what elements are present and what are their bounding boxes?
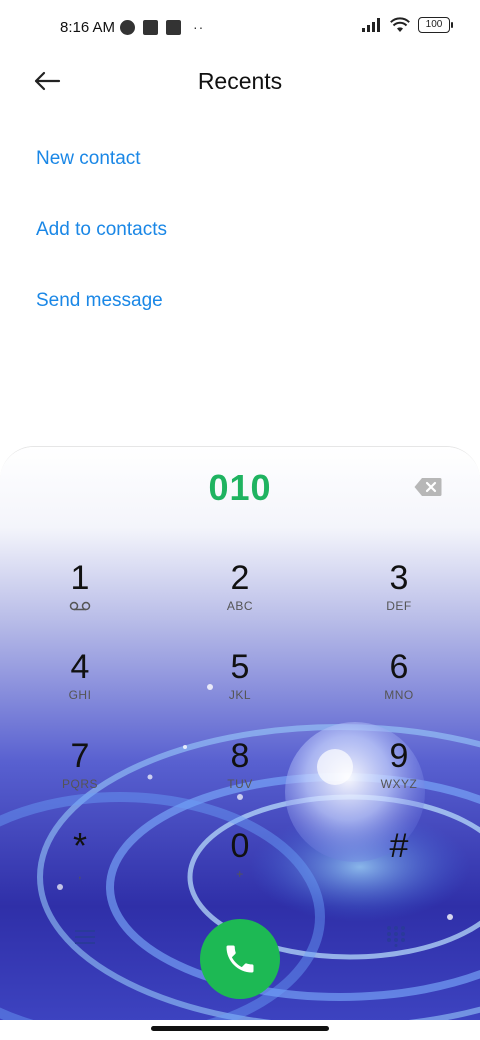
key-digit: 7 bbox=[70, 737, 90, 775]
key-letters: JKL bbox=[228, 688, 252, 702]
key-0[interactable]: 0 + bbox=[180, 827, 300, 907]
status-time: 8:16 AM bbox=[60, 19, 116, 36]
key-digit: 9 bbox=[389, 737, 409, 775]
key-letters: WXYZ bbox=[380, 777, 418, 791]
key-6[interactable]: 6 MNO bbox=[339, 648, 459, 728]
key-digit: 4 bbox=[70, 648, 90, 686]
key-9[interactable]: 9 WXYZ bbox=[339, 737, 459, 817]
signal-icon bbox=[362, 18, 380, 32]
key-4[interactable]: 4 GHI bbox=[20, 648, 140, 728]
battery-icon: 100 bbox=[418, 17, 453, 33]
more-notifications-icon: ·· bbox=[193, 19, 205, 35]
status-bar: 8:16 AM ·· 100 bbox=[0, 0, 480, 56]
wifi-icon bbox=[390, 17, 410, 32]
key-letters: + bbox=[236, 867, 244, 881]
key-5[interactable]: 5 JKL bbox=[180, 648, 300, 728]
key-digit: # bbox=[389, 827, 409, 865]
key-digit: 3 bbox=[389, 559, 409, 597]
home-indicator[interactable] bbox=[151, 1026, 329, 1031]
key-letters: TUV bbox=[227, 777, 253, 791]
key-3[interactable]: 3 DEF bbox=[339, 559, 459, 639]
key-digit: 2 bbox=[230, 559, 250, 597]
key-digit: * bbox=[72, 825, 87, 866]
key-digit: 0 bbox=[230, 827, 250, 865]
key-digit: 6 bbox=[389, 648, 409, 686]
app-notification-icon bbox=[143, 19, 158, 35]
menu-icon[interactable] bbox=[74, 927, 96, 947]
send-message-button[interactable]: Send message bbox=[36, 290, 163, 312]
page-title: Recents bbox=[197, 68, 283, 94]
key-letters: MNO bbox=[384, 688, 414, 702]
system-icons: 100 bbox=[362, 17, 453, 33]
key-8[interactable]: 8 TUV bbox=[180, 737, 300, 817]
key-letters: PQRS bbox=[61, 777, 98, 791]
notification-icons: ·· bbox=[120, 19, 204, 35]
dialer-panel: 010 1 2 ABC 3 DEF 4 GHI 5 JKL 6 MNO 7 PQ… bbox=[0, 446, 480, 1020]
backspace-icon[interactable] bbox=[414, 477, 442, 497]
new-contact-button[interactable]: New contact bbox=[36, 148, 141, 170]
key-letters: GHI bbox=[68, 688, 92, 702]
key-2[interactable]: 2 ABC bbox=[180, 559, 300, 639]
key-hash[interactable]: # bbox=[339, 827, 459, 907]
call-button[interactable] bbox=[200, 919, 280, 999]
dialpad-icon[interactable] bbox=[385, 925, 407, 947]
key-digit: 1 bbox=[70, 559, 90, 597]
key-letters: DEF bbox=[386, 599, 412, 613]
key-letters: ABC bbox=[226, 599, 254, 613]
key-1[interactable]: 1 bbox=[20, 559, 140, 639]
add-to-contacts-button[interactable]: Add to contacts bbox=[36, 219, 167, 241]
key-digit: 5 bbox=[230, 648, 250, 686]
app-notification-icon bbox=[120, 19, 135, 35]
key-letters: , bbox=[78, 867, 82, 881]
dialed-number: 010 bbox=[208, 467, 272, 508]
key-7[interactable]: 7 PQRS bbox=[20, 737, 140, 817]
voicemail-icon bbox=[69, 601, 91, 611]
key-digit: 8 bbox=[230, 737, 250, 775]
upload-icon bbox=[166, 19, 181, 35]
header: Recents bbox=[0, 56, 480, 108]
phone-icon bbox=[226, 945, 254, 973]
key-star[interactable]: * , bbox=[20, 827, 140, 907]
